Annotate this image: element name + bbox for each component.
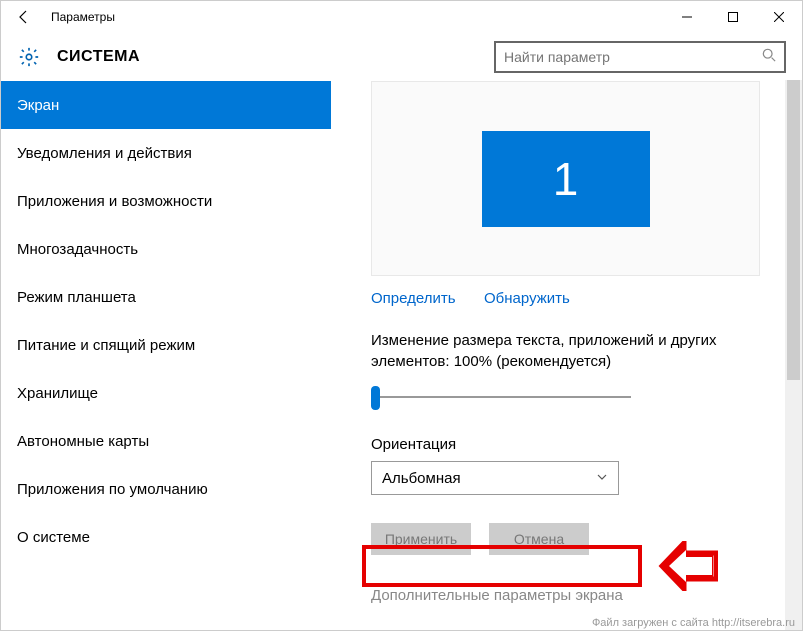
sidebar-item-multitasking[interactable]: Многозадачность xyxy=(1,225,331,273)
footer-note: Файл загружен с сайта http://itserebra.r… xyxy=(592,617,795,629)
slider-track xyxy=(371,396,631,398)
display-preview[interactable]: 1 xyxy=(371,81,760,276)
sidebar-item-label: Экран xyxy=(17,97,59,114)
monitor-number: 1 xyxy=(553,152,579,206)
sidebar-item-label: Приложения по умолчанию xyxy=(17,481,208,498)
sidebar-item-storage[interactable]: Хранилище xyxy=(1,369,331,417)
scale-slider[interactable] xyxy=(371,384,631,412)
sidebar: Экран Уведомления и действия Приложения … xyxy=(1,81,331,630)
sidebar-item-notifications[interactable]: Уведомления и действия xyxy=(1,129,331,177)
minimize-button[interactable] xyxy=(664,2,710,32)
cancel-button: Отмена xyxy=(489,523,589,555)
content-pane: 1 Определить Обнаружить Изменение размер… xyxy=(331,81,802,630)
identify-link[interactable]: Определить xyxy=(371,290,456,307)
gear-icon xyxy=(17,45,41,69)
search-icon xyxy=(762,48,776,67)
close-button[interactable] xyxy=(756,2,802,32)
sidebar-item-label: Питание и спящий режим xyxy=(17,337,195,354)
search-input[interactable] xyxy=(504,49,762,65)
orientation-select[interactable]: Альбомная xyxy=(371,461,619,495)
sidebar-item-label: Хранилище xyxy=(17,385,98,402)
sidebar-item-power[interactable]: Питание и спящий режим xyxy=(1,321,331,369)
detect-link[interactable]: Обнаружить xyxy=(484,290,570,307)
scale-label: Изменение размера текста, приложений и д… xyxy=(371,330,778,372)
sidebar-item-apps[interactable]: Приложения и возможности xyxy=(1,177,331,225)
slider-thumb[interactable] xyxy=(371,386,380,410)
scrollbar[interactable] xyxy=(785,80,802,630)
window-title: Параметры xyxy=(51,10,115,24)
monitor-tile[interactable]: 1 xyxy=(482,131,650,227)
sidebar-item-label: Многозадачность xyxy=(17,241,138,258)
search-box[interactable] xyxy=(494,41,786,73)
sidebar-item-default-apps[interactable]: Приложения по умолчанию xyxy=(1,465,331,513)
sidebar-item-label: Уведомления и действия xyxy=(17,145,192,162)
orientation-value: Альбомная xyxy=(382,470,461,487)
sidebar-item-label: О системе xyxy=(17,529,90,546)
sidebar-item-label: Автономные карты xyxy=(17,433,149,450)
maximize-button[interactable] xyxy=(710,2,756,32)
sidebar-item-about[interactable]: О системе xyxy=(1,513,331,561)
sidebar-item-maps[interactable]: Автономные карты xyxy=(1,417,331,465)
sidebar-item-tablet[interactable]: Режим планшета xyxy=(1,273,331,321)
sidebar-item-label: Режим планшета xyxy=(17,289,136,306)
page-title: СИСТЕМА xyxy=(57,48,140,66)
sidebar-item-display[interactable]: Экран xyxy=(1,81,331,129)
titlebar: Параметры xyxy=(1,1,802,33)
chevron-down-icon xyxy=(596,470,608,487)
orientation-label: Ориентация xyxy=(371,436,778,453)
apply-button: Применить xyxy=(371,523,471,555)
scrollbar-thumb[interactable] xyxy=(787,80,800,380)
header: СИСТЕМА xyxy=(1,33,802,81)
back-button[interactable] xyxy=(9,2,39,32)
sidebar-item-label: Приложения и возможности xyxy=(17,193,212,210)
advanced-display-link[interactable]: Дополнительные параметры экрана xyxy=(371,579,778,612)
